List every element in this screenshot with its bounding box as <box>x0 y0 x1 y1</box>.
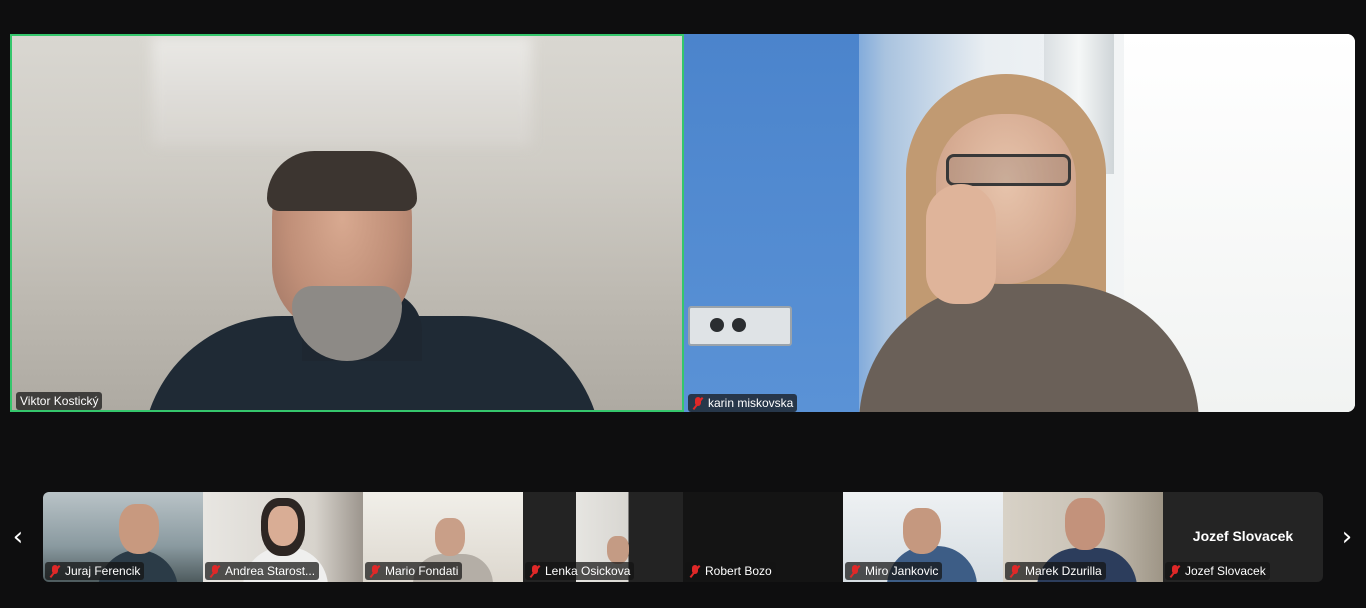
participant-name-label: Robert Bozo <box>685 562 776 580</box>
participant-name: Viktor Kostický <box>20 394 99 408</box>
participant-thumbnail[interactable]: Robert Bozo <box>683 492 843 582</box>
participant-name-label: Viktor Kostický <box>16 392 103 410</box>
video-tile-active-speaker[interactable]: Viktor Kostický <box>10 34 684 412</box>
participant-name-label: Miro Jankovic <box>845 562 943 580</box>
participant-name: Mario Fondati <box>385 564 459 578</box>
mic-muted-icon <box>1009 564 1021 578</box>
participant-thumbnail[interactable]: Lenka Osickova <box>523 492 683 582</box>
participant-thumbnail[interactable]: Juraj Ferencik <box>43 492 203 582</box>
participant-name: Robert Bozo <box>705 564 772 578</box>
mic-muted-icon <box>1169 564 1181 578</box>
background-picture <box>152 36 532 146</box>
mic-muted-icon <box>849 564 861 578</box>
participant-name-label: Lenka Osickova <box>525 562 635 580</box>
participant-thumbnail[interactable]: Mario Fondati <box>363 492 523 582</box>
mic-muted-icon <box>369 564 381 578</box>
participant-name-label: Juraj Ferencik <box>45 562 145 580</box>
participant-face <box>268 506 298 546</box>
participant-name-label: Andrea Starost... <box>205 562 320 580</box>
participant-name-label: Mario Fondati <box>365 562 463 580</box>
participant-name: Jozef Slovacek <box>1185 564 1266 578</box>
participant-face <box>1065 498 1105 550</box>
participant-face <box>119 504 159 554</box>
participant-thumbnail[interactable]: Andrea Starost... <box>203 492 363 582</box>
participant-glasses <box>946 154 1071 186</box>
participant-name-label: Jozef Slovacek <box>1165 562 1270 580</box>
mic-muted-icon <box>689 564 701 578</box>
mic-muted-icon <box>209 564 221 578</box>
wall-panel <box>684 34 859 412</box>
participant-name: Marek Dzurilla <box>1025 564 1102 578</box>
chevron-left-icon[interactable]: ‹ <box>8 522 28 552</box>
participant-thumbnail[interactable]: Miro Jankovic <box>843 492 1003 582</box>
participant-hand <box>926 184 996 304</box>
participant-hair <box>267 151 417 211</box>
participant-thumbnail[interactable]: Marek Dzurilla <box>1003 492 1163 582</box>
mic-muted-icon <box>529 564 541 578</box>
participant-name: karin miskovska <box>708 396 794 410</box>
meeting-gallery-view: Viktor Kostický karin miskovska ‹ › Jura… <box>0 0 1366 608</box>
participant-name: Juraj Ferencik <box>65 564 141 578</box>
participant-thumbnail[interactable]: Jozef Slovacek Jozef Slovacek <box>1163 492 1323 582</box>
participant-thumbnail-strip: Juraj Ferencik Andrea Starost... Mario F… <box>43 492 1323 582</box>
participant-name: Andrea Starost... <box>225 564 316 578</box>
participant-placeholder-name: Jozef Slovacek <box>1192 528 1294 544</box>
chevron-right-icon[interactable]: › <box>1337 522 1357 552</box>
participant-face <box>903 508 941 554</box>
wall-outlet <box>688 306 792 346</box>
mic-muted-icon <box>49 564 61 578</box>
participant-name-label: karin miskovska <box>688 394 798 412</box>
mic-muted-icon <box>692 396 704 410</box>
participant-face <box>435 518 465 556</box>
participant-face <box>607 536 629 564</box>
participant-name: Miro Jankovic <box>865 564 939 578</box>
participant-name-label: Marek Dzurilla <box>1005 562 1106 580</box>
video-tile-participant[interactable]: karin miskovska <box>684 34 1355 412</box>
participant-name: Lenka Osickova <box>545 564 631 578</box>
